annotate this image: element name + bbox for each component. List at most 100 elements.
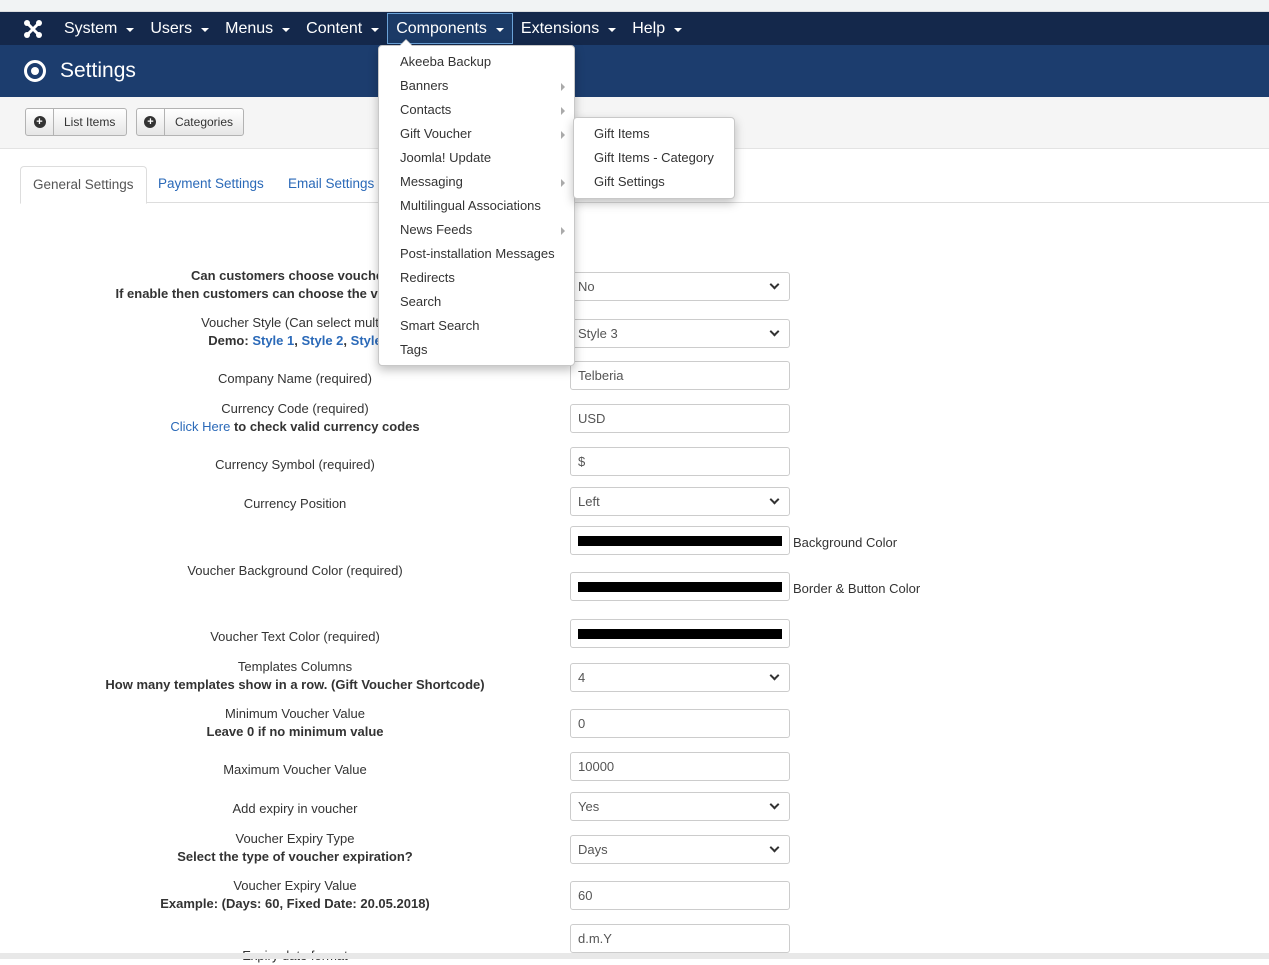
border-color-picker[interactable]	[570, 572, 790, 601]
menu-item-banners[interactable]: Banners	[379, 74, 574, 98]
menu-item-gift-voucher[interactable]: Gift Voucher	[379, 122, 574, 146]
joomla-logo-icon[interactable]	[16, 12, 50, 45]
company-name-input[interactable]: Telberia	[570, 361, 790, 390]
menu-item-search[interactable]: Search	[379, 290, 574, 314]
components-dropdown-menu: Akeeba Backup Banners Contacts Gift Vouc…	[378, 39, 575, 366]
choose-style-select[interactable]: No	[570, 272, 790, 301]
menu-item-label: Post-installation Messages	[400, 246, 555, 261]
templates-columns-select[interactable]: 4	[570, 663, 790, 692]
menu-item-redirects[interactable]: Redirects	[379, 266, 574, 290]
menu-item-post-installation-messages[interactable]: Post-installation Messages	[379, 242, 574, 266]
menu-item-label: Redirects	[400, 270, 455, 285]
menu-item-news-feeds[interactable]: News Feeds	[379, 218, 574, 242]
currency-position-select[interactable]: Left	[570, 487, 790, 516]
submenu-arrow-icon	[561, 131, 565, 139]
menu-item-tags[interactable]: Tags	[379, 338, 574, 362]
max-value-label: Maximum Voucher Value	[223, 762, 367, 777]
nav-users[interactable]: Users	[142, 13, 217, 44]
menu-item-joomla-update[interactable]: Joomla! Update	[379, 146, 574, 170]
chevron-down-icon	[769, 326, 780, 337]
min-value-hint: Leave 0 if no minimum value	[206, 724, 384, 739]
date-format-input[interactable]: d.m.Y	[570, 924, 790, 953]
currency-symbol-input[interactable]: $	[570, 447, 790, 476]
nav-menus[interactable]: Menus	[217, 13, 298, 44]
caret-down-icon	[282, 27, 291, 32]
menu-item-messaging[interactable]: Messaging	[379, 170, 574, 194]
tab-general-settings[interactable]: General Settings	[20, 166, 147, 204]
caret-down-icon	[674, 27, 683, 32]
menu-item-contacts[interactable]: Contacts	[379, 98, 574, 122]
caret-down-icon	[608, 27, 617, 32]
expiry-value-label: Voucher Expiry Value	[233, 878, 357, 893]
caret-down-icon	[371, 27, 380, 32]
click-here-link[interactable]: Click Here	[170, 419, 230, 434]
templates-columns-hint: How many templates show in a row. (Gift …	[105, 677, 485, 692]
nav-system[interactable]: System	[56, 13, 142, 44]
horizontal-scrollbar[interactable]	[0, 953, 1269, 959]
menu-item-label: Contacts	[400, 102, 452, 117]
nav-users-label: Users	[150, 20, 193, 37]
submenu-item-gift-items[interactable]: Gift Items	[574, 122, 734, 146]
list-items-button[interactable]: + List Items	[25, 108, 127, 136]
tab-email-settings[interactable]: Email Settings	[276, 166, 386, 203]
style-1-link[interactable]: Style 1	[252, 333, 294, 348]
expiry-value-hint: Example: (Days: 60, Fixed Date: 20.05.20…	[160, 896, 430, 911]
caret-down-icon	[126, 27, 135, 32]
currency-code-input[interactable]: USD	[570, 404, 790, 433]
categories-button[interactable]: + Categories	[136, 108, 244, 136]
background-color-side-label: Background Color	[793, 535, 898, 550]
max-value-input[interactable]: 10000	[570, 752, 790, 781]
categories-label: Categories	[174, 115, 233, 129]
bg-color-label: Voucher Background Color (required)	[187, 563, 403, 578]
color-swatch	[578, 535, 782, 546]
add-expiry-value: Yes	[578, 799, 600, 814]
expiry-value-input[interactable]: 60	[570, 881, 790, 910]
nav-content[interactable]: Content	[298, 13, 387, 44]
currency-code-hint: to check valid currency codes	[233, 419, 420, 434]
menu-item-multilingual-associations[interactable]: Multilingual Associations	[379, 194, 574, 218]
menu-item-label: Multilingual Associations	[400, 198, 541, 213]
nav-menus-label: Menus	[225, 20, 274, 37]
nav-help-label: Help	[632, 20, 666, 37]
settings-target-icon	[24, 60, 46, 82]
submenu-item-gift-settings[interactable]: Gift Settings	[574, 170, 734, 194]
menu-item-smart-search[interactable]: Smart Search	[379, 314, 574, 338]
currency-position-label: Currency Position	[243, 496, 347, 511]
caret-down-icon	[495, 27, 504, 32]
top-navbar: System Users Menus Content Components Ex…	[0, 12, 1269, 45]
list-items-label: List Items	[64, 115, 116, 129]
color-swatch	[578, 581, 782, 592]
menu-item-label: Messaging	[400, 174, 463, 189]
menu-item-akeeba-backup[interactable]: Akeeba Backup	[379, 50, 574, 74]
templates-columns-label: Templates Columns	[237, 659, 353, 674]
menu-item-label: Smart Search	[400, 318, 480, 333]
templates-columns-label-block: Templates Columns How many templates sho…	[25, 658, 565, 694]
submenu-item-gift-items-category[interactable]: Gift Items - Category	[574, 146, 734, 170]
expiry-type-value: Days	[578, 842, 608, 857]
menu-item-label: Gift Voucher	[400, 126, 472, 141]
style-2-link[interactable]: Style 2	[302, 333, 344, 348]
submenu-arrow-icon	[561, 227, 565, 235]
chevron-down-icon	[769, 279, 780, 290]
nav-extensions[interactable]: Extensions	[513, 13, 624, 44]
submenu-arrow-icon	[561, 83, 565, 91]
menu-item-label: Akeeba Backup	[400, 54, 492, 69]
background-color-picker[interactable]	[570, 526, 790, 555]
plus-circle-icon: +	[26, 109, 54, 135]
currency-code-label: Currency Code (required)	[221, 401, 369, 416]
tab-payment-settings[interactable]: Payment Settings	[146, 166, 276, 203]
expiry-type-hint: Select the type of voucher expiration?	[177, 849, 413, 864]
voucher-style-select[interactable]: Style 3	[570, 319, 790, 348]
nav-help[interactable]: Help	[624, 13, 690, 44]
submenu-arrow-icon	[561, 179, 565, 187]
text-color-picker[interactable]	[570, 619, 790, 648]
min-value-input[interactable]: 0	[570, 709, 790, 738]
submenu-arrow-icon	[561, 107, 565, 115]
add-expiry-select[interactable]: Yes	[570, 792, 790, 821]
chevron-down-icon	[769, 494, 780, 505]
menu-item-label: Joomla! Update	[400, 150, 492, 165]
currency-code-label-block: Currency Code (required) Click Here to c…	[25, 400, 565, 436]
color-swatch	[578, 628, 782, 639]
expiry-type-select[interactable]: Days	[570, 835, 790, 864]
min-value-label: Minimum Voucher Value	[225, 706, 365, 721]
